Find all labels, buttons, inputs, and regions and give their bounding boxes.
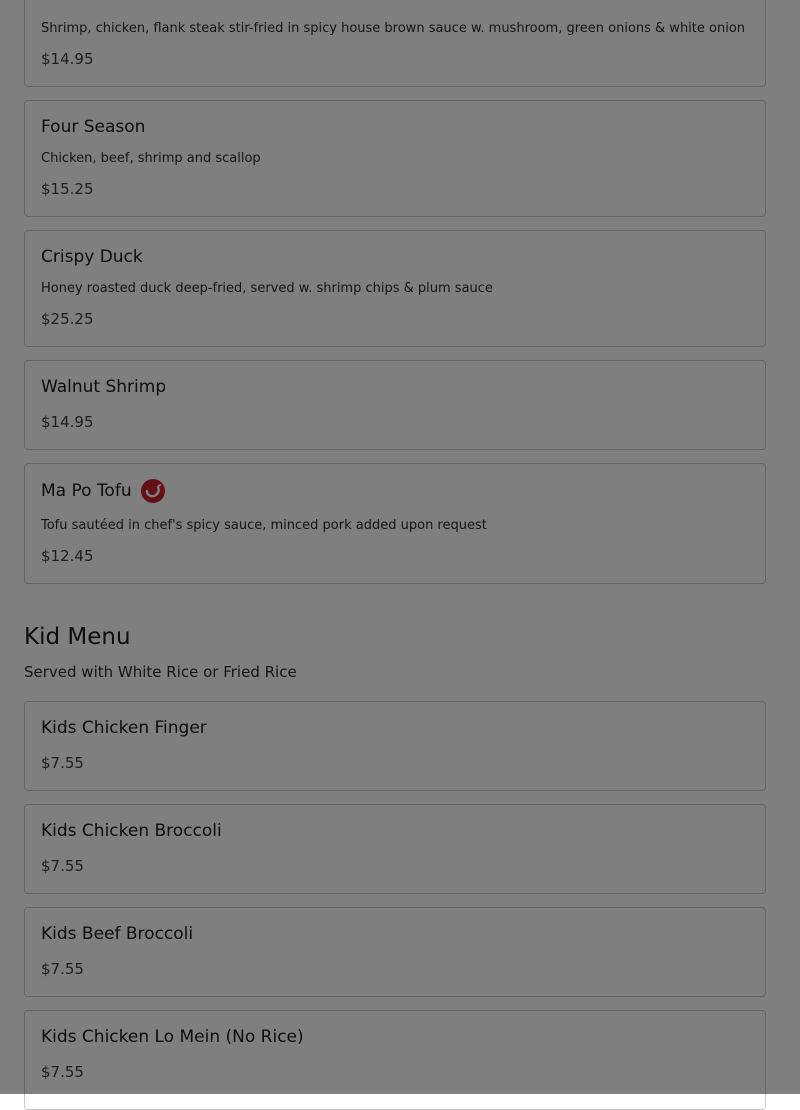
modal-backdrop-overlay[interactable]: [0, 0, 800, 1094]
